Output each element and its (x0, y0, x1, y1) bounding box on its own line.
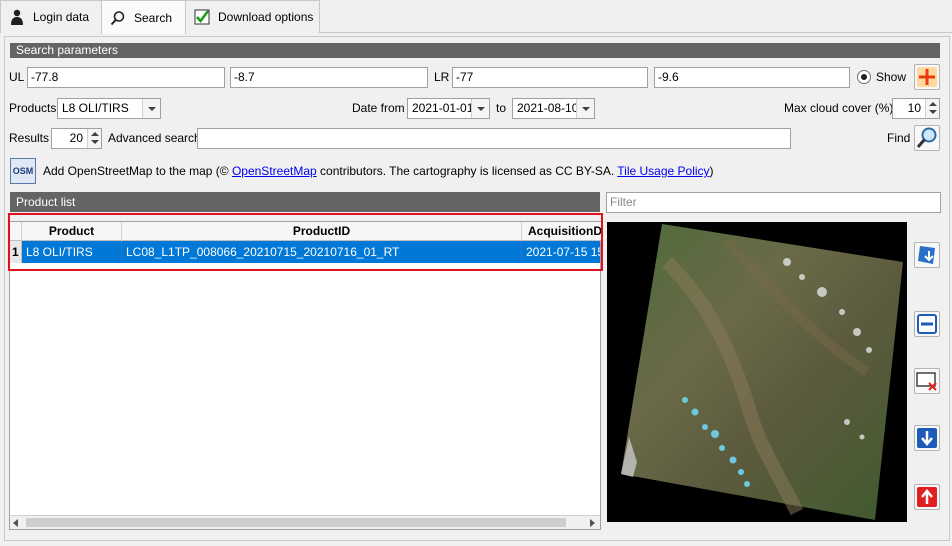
clear-icon (916, 372, 937, 391)
load-preview-button[interactable] (914, 242, 940, 268)
remove-button[interactable] (914, 311, 940, 337)
user-icon (9, 9, 25, 25)
add-area-button[interactable] (914, 64, 940, 90)
show-label: Show (876, 70, 907, 84)
plus-icon (917, 67, 937, 87)
arrow-down-icon (917, 428, 937, 448)
tab-bar: Login data Search Download options (0, 0, 952, 34)
advanced-search-input[interactable] (197, 128, 791, 149)
spin-arrows-icon[interactable] (925, 99, 939, 118)
max-cloud-spinbox[interactable]: 10 (892, 98, 940, 119)
product-list-header: Product list (10, 192, 600, 212)
date-from-value: 2021-01-01 (412, 101, 474, 115)
results-value: 20 (69, 131, 83, 145)
filter-input[interactable]: Filter (606, 192, 941, 213)
horizontal-scrollbar[interactable] (10, 515, 600, 529)
tab-label: Download options (218, 10, 314, 24)
tab-label: Login data (33, 10, 90, 24)
osm-attribution: Add OpenStreetMap to the map (© OpenStre… (43, 164, 714, 178)
clear-button[interactable] (914, 368, 940, 394)
date-to-value: 2021-08-10 (517, 101, 579, 115)
advanced-search-label: Advanced search (108, 131, 201, 145)
show-radio[interactable] (857, 70, 871, 84)
chevron-down-icon (471, 99, 489, 118)
date-from-label: Date from (352, 101, 405, 115)
results-label: Results (9, 131, 50, 145)
date-to-picker[interactable]: 2021-08-10 (512, 98, 595, 119)
products-select[interactable]: L8 OLI/TIRS (57, 98, 161, 119)
products-label: Products (9, 101, 57, 115)
osm-link[interactable]: OpenStreetMap (232, 164, 317, 178)
ul-y-input[interactable]: -8.7 (230, 67, 428, 88)
osm-button[interactable]: OSM (10, 158, 36, 184)
tab-label: Search (134, 10, 173, 25)
map-preview[interactable] (607, 222, 907, 522)
lr-label: LR (434, 70, 450, 84)
scroll-left-icon[interactable] (13, 519, 18, 527)
search-icon (110, 10, 126, 26)
scrollbar-thumb[interactable] (26, 518, 566, 527)
globe-download-icon (918, 246, 935, 264)
max-cloud-value: 10 (907, 101, 921, 115)
lr-x-input[interactable]: -77 (452, 67, 648, 88)
osm-text: ) (709, 164, 714, 178)
highlight-rectangle (8, 213, 603, 271)
tile-usage-link[interactable]: Tile Usage Policy (617, 164, 709, 178)
date-from-picker[interactable]: 2021-01-01 (407, 98, 490, 119)
osm-text: Add OpenStreetMap to the map (© (43, 164, 229, 178)
move-up-button[interactable] (914, 484, 940, 510)
ul-x-input[interactable]: -77.8 (27, 67, 225, 88)
to-label: to (496, 101, 507, 115)
products-value: L8 OLI/TIRS (62, 101, 129, 115)
move-down-button[interactable] (914, 425, 940, 451)
radio-dot (861, 74, 867, 80)
chevron-down-icon (576, 99, 594, 118)
tab-search[interactable]: Search (101, 0, 186, 34)
chevron-down-icon (142, 99, 160, 118)
find-button[interactable] (914, 125, 940, 151)
tab-download-options[interactable]: Download options (185, 0, 320, 33)
lr-y-input[interactable]: -9.6 (654, 67, 850, 88)
arrow-up-icon (917, 487, 937, 507)
osm-text: contributors. The cartography is license… (320, 164, 615, 178)
max-cloud-label: Max cloud cover (%) (784, 101, 894, 115)
find-label: Find (887, 131, 911, 145)
satellite-image (621, 224, 903, 520)
search-parameters-header: Search parameters (10, 43, 940, 58)
ul-label: UL (9, 70, 25, 84)
minus-icon (917, 314, 937, 334)
checkbox-icon (194, 9, 210, 25)
results-spinbox[interactable]: 20 (51, 128, 102, 149)
tab-login-data[interactable]: Login data (0, 0, 102, 33)
find-icon (916, 127, 937, 148)
spin-arrows-icon[interactable] (87, 129, 101, 148)
scroll-right-icon[interactable] (590, 519, 595, 527)
